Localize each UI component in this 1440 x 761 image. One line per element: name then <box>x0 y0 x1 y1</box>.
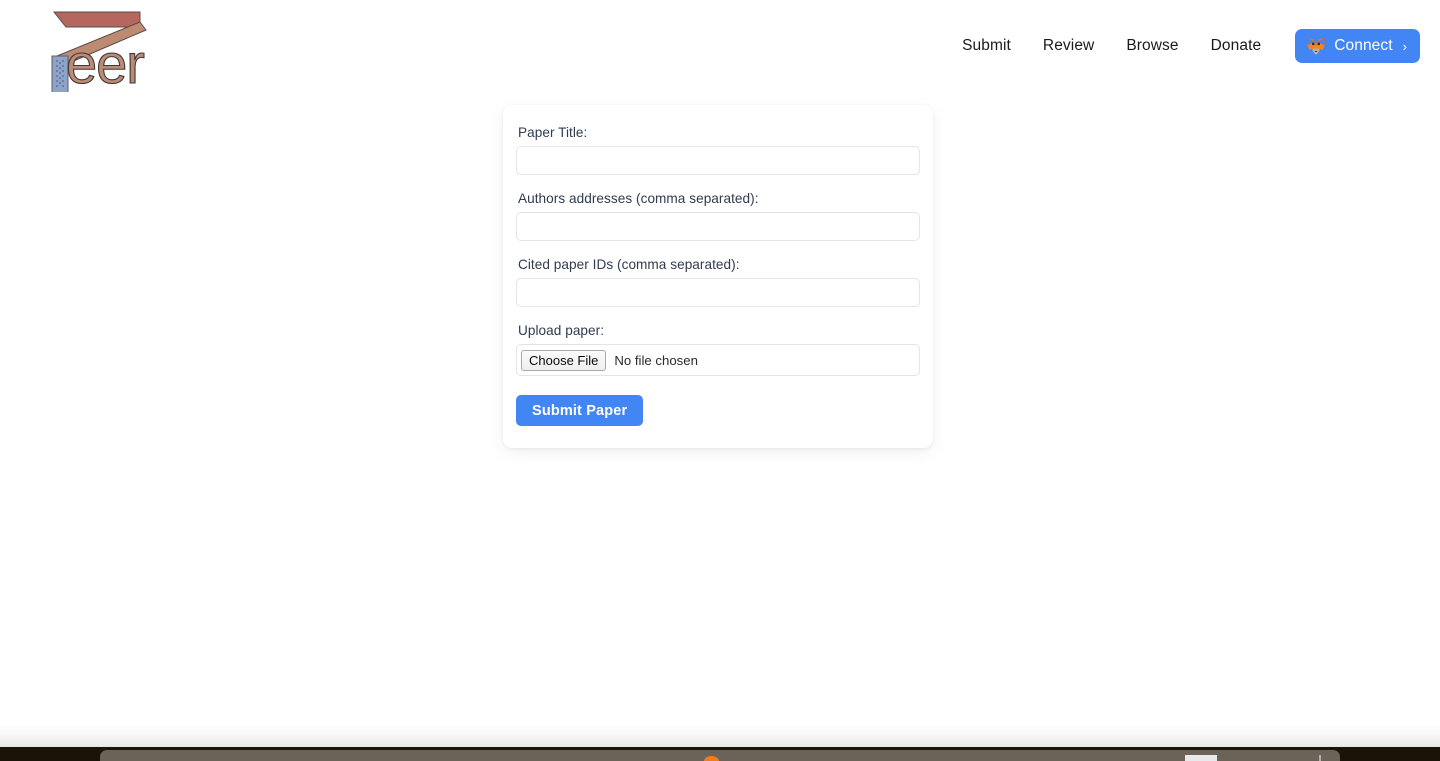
nav-link-browse[interactable]: Browse <box>1110 31 1194 61</box>
cited-paper-ids-label: Cited paper IDs (comma separated): <box>518 257 740 272</box>
upload-paper-label: Upload paper: <box>518 323 605 338</box>
page-bottom-fade <box>0 725 1440 747</box>
cited-paper-ids-input[interactable] <box>516 278 920 307</box>
paper-submission-card: Paper Title: Authors addresses (comma se… <box>503 105 933 448</box>
field-paper-title: Paper Title: <box>516 125 920 175</box>
paper-title-input[interactable] <box>516 146 920 175</box>
authors-addresses-input[interactable] <box>516 212 920 241</box>
file-chosen-status: No file chosen <box>614 352 698 368</box>
connect-wallet-button[interactable]: Connect › <box>1295 29 1420 63</box>
paper-title-label: Paper Title: <box>518 125 588 140</box>
field-upload-paper: Upload paper: Choose File No file chosen <box>516 323 920 376</box>
metamask-fox-glyph <box>1307 37 1326 55</box>
nav-link-donate[interactable]: Donate <box>1195 31 1278 61</box>
field-authors-addresses: Authors addresses (comma separated): <box>516 191 920 241</box>
nav-link-submit[interactable]: Submit <box>946 31 1027 61</box>
taskbar-window-tile[interactable] <box>1185 755 1217 761</box>
site-header: eer Submit Review Browse Donate Connect … <box>0 0 1440 96</box>
os-taskbar <box>0 747 1440 761</box>
primary-navigation: Submit Review Browse Donate Connect › <box>946 29 1420 63</box>
field-cited-paper-ids: Cited paper IDs (comma separated): <box>516 257 920 307</box>
authors-addresses-label: Authors addresses (comma separated): <box>518 191 759 206</box>
peer-logo[interactable]: eer <box>18 0 188 96</box>
taskbar-dock[interactable] <box>100 750 1340 761</box>
connect-button-label: Connect <box>1334 37 1393 54</box>
file-upload-input[interactable]: Choose File No file chosen <box>516 344 920 376</box>
firefox-icon[interactable] <box>704 756 719 761</box>
nav-link-review[interactable]: Review <box>1027 31 1110 61</box>
metamask-fox-icon <box>1306 37 1326 56</box>
choose-file-button[interactable]: Choose File <box>521 349 607 371</box>
chevron-right-icon: › <box>1402 38 1407 54</box>
submit-paper-button[interactable]: Submit Paper <box>516 395 644 426</box>
peer-logo-icon: eer <box>51 11 147 96</box>
svg-text:eer: eer <box>66 32 144 92</box>
